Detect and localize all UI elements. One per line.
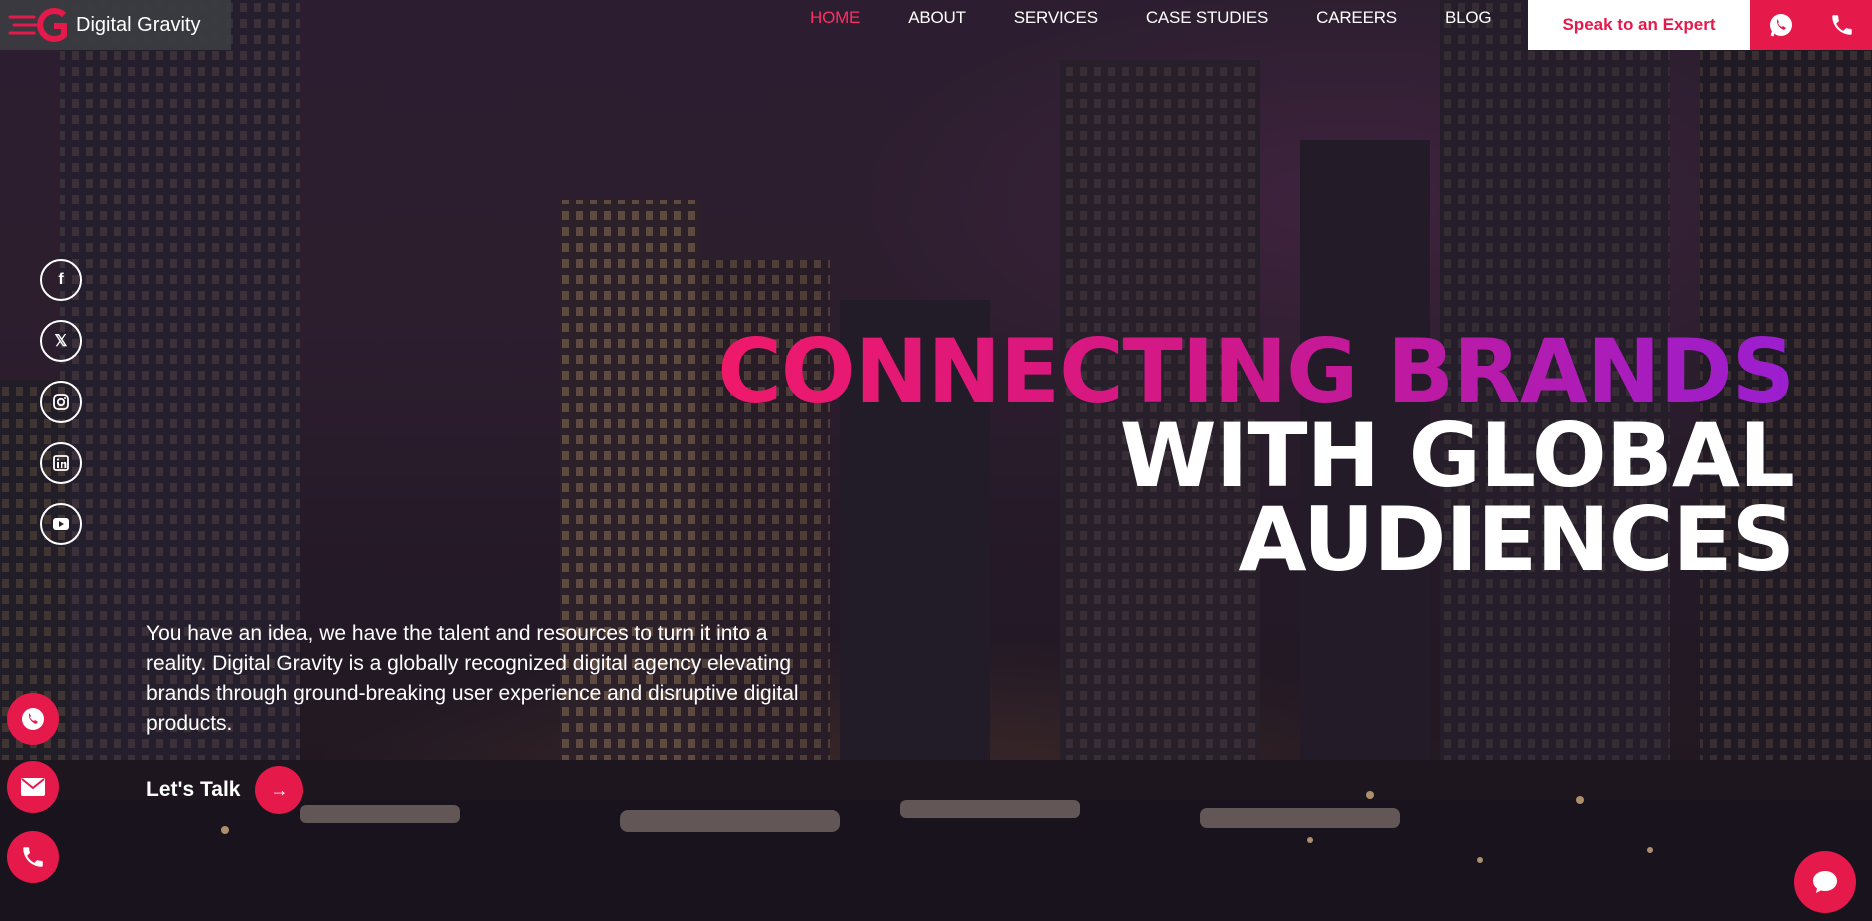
x-icon[interactable]: 𝕏 (40, 320, 82, 362)
hero-description: You have an idea, we have the talent and… (146, 622, 799, 735)
hero-heading-line2: WITH GLOBAL (1119, 404, 1795, 507)
chat-bubble-icon (1813, 871, 1837, 893)
floating-whatsapp-button[interactable] (7, 693, 59, 745)
header-phone-button[interactable] (1812, 0, 1872, 50)
phone-icon (23, 847, 43, 867)
lets-talk-label: Let's Talk (146, 778, 241, 801)
nav-home[interactable]: HOME (810, 8, 860, 28)
nav-blog[interactable]: BLOG (1445, 8, 1492, 28)
linkedin-icon[interactable] (40, 442, 82, 484)
youtube-icon[interactable] (40, 503, 82, 545)
hero-heading: CONNECTING BRANDS WITH GLOBAL AUDIENCES (717, 320, 1795, 591)
arrow-right-icon: → (255, 766, 304, 814)
hero-heading-line3: AUDIENCES (1238, 488, 1795, 591)
site-logo[interactable]: Digital Gravity (0, 0, 231, 50)
chat-widget-button[interactable] (1794, 851, 1856, 913)
facebook-icon[interactable]: f (40, 259, 82, 301)
floating-phone-button[interactable] (7, 831, 59, 883)
main-nav: HOME ABOUT SERVICES CASE STUDIES CAREERS… (810, 0, 1539, 36)
speak-to-expert-button[interactable]: Speak to an Expert (1528, 0, 1750, 50)
hero-heading-line1: CONNECTING BRANDS (717, 320, 1795, 423)
logo-text: Digital Gravity (76, 13, 201, 36)
nav-about[interactable]: ABOUT (908, 8, 966, 28)
nav-careers[interactable]: CAREERS (1316, 8, 1397, 28)
instagram-icon[interactable] (40, 381, 82, 423)
nav-services[interactable]: SERVICES (1014, 8, 1098, 28)
floating-mail-button[interactable] (7, 761, 59, 813)
nav-case-studies[interactable]: CASE STUDIES (1146, 8, 1268, 28)
whatsapp-icon (1770, 14, 1792, 37)
header-whatsapp-button[interactable] (1750, 0, 1812, 50)
mail-icon (21, 778, 45, 796)
social-links: f 𝕏 (40, 259, 82, 564)
phone-icon (1832, 15, 1852, 35)
whatsapp-icon (22, 708, 44, 730)
logo-mark-icon (8, 7, 70, 43)
lets-talk-button[interactable]: Let's Talk → (146, 766, 304, 814)
